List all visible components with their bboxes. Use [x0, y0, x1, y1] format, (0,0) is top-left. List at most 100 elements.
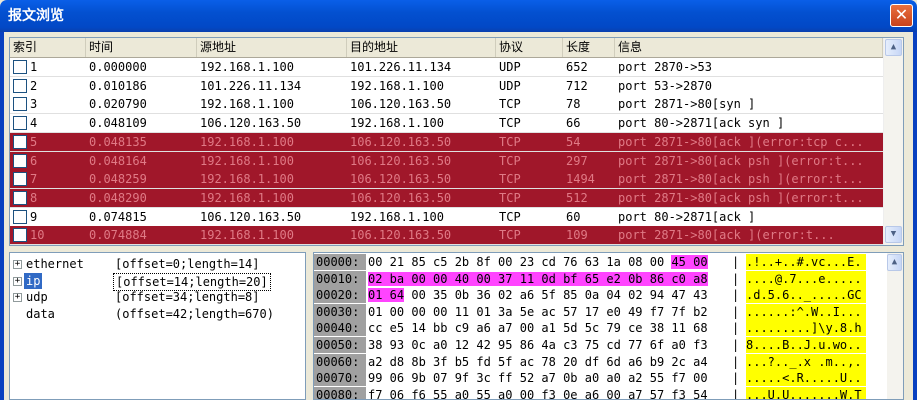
cell-length: 712	[566, 78, 588, 93]
hex-separator: |	[732, 321, 740, 336]
cell-source: 192.168.1.100	[200, 228, 294, 243]
table-row[interactable]: 4 0.048109 106.120.163.50 192.168.1.100 TCP 6…	[10, 114, 883, 134]
row-checkbox[interactable]	[13, 228, 27, 243]
cell-info: port 2871->80[ack ](error:tcp c...	[618, 134, 864, 149]
row-checkbox[interactable]	[13, 153, 27, 168]
hex-offset: 00010:	[314, 270, 366, 287]
table-row[interactable]: 8 0.048290 192.168.1.100 106.120.163.50 TCP 5…	[10, 188, 883, 208]
hex-bytes-plain: cc e5 14 bb c9 a6 a7 00 a1 5d 5c 79 ce 3…	[368, 321, 708, 336]
column-header-index[interactable]: 索引	[10, 38, 86, 57]
hex-scroll-up-icon[interactable]: ▲	[887, 254, 902, 271]
row-checkbox[interactable]	[13, 190, 27, 205]
expand-icon[interactable]: +	[13, 293, 22, 302]
hex-bytes-plain: 00 21 85 c5 2b 8f 00 23 cd 76 63 1a 08 0…	[368, 255, 672, 269]
column-header-time[interactable]: 时间	[86, 38, 197, 57]
cell-index: 3	[10, 95, 86, 113]
hex-separator: |	[732, 271, 740, 286]
hex-bytes: 00 21 85 c5 2b 8f 00 23 cd 76 63 1a 08 0…	[368, 254, 708, 270]
table-row[interactable]: 7 0.048259 192.168.1.100 106.120.163.50 TCP 1…	[10, 170, 883, 190]
column-header-source[interactable]: 源地址	[197, 38, 347, 57]
hex-separator: |	[732, 354, 740, 369]
cell-protocol: TCP	[499, 116, 521, 131]
cell-destination: 192.168.1.100	[350, 116, 444, 131]
hex-bytes-selected: 01 64	[368, 288, 405, 303]
scroll-up-icon[interactable]: ▲	[885, 39, 902, 56]
table-row[interactable]: 3 0.020790 192.168.1.100 106.120.163.50 TCP 7…	[10, 95, 883, 115]
tree-node-udp[interactable]: + udp [offset=34;length=8]	[10, 289, 305, 305]
scroll-down-icon[interactable]: ▼	[885, 226, 902, 243]
row-index: 7	[30, 172, 38, 187]
hex-ascii: ...?.._.x .m..,.	[746, 353, 866, 370]
cell-info: port 2871->80[ack ](error:t...	[618, 228, 835, 243]
cell-source: 192.168.1.100	[200, 134, 294, 149]
cell-time: 0.048109	[89, 116, 147, 131]
cell-info: port 2871->80[ack psh ](error:t...	[618, 190, 864, 205]
row-checkbox[interactable]	[13, 78, 27, 93]
hex-bytes: 02 ba 00 00 40 00 37 11 0d bf 65 e2 0b 8…	[368, 271, 708, 287]
tree-node-ethernet[interactable]: + ethernet [offset=0;length=14]	[10, 256, 305, 272]
cell-index: 9	[10, 208, 86, 226]
row-checkbox[interactable]	[13, 116, 27, 131]
table-row[interactable]: 9 0.074815 106.120.163.50 192.168.1.100 TCP 6…	[10, 207, 883, 227]
cell-info: port 53->2870	[618, 78, 712, 93]
cell-length: 60	[566, 209, 581, 224]
hex-ascii: ...U.U.......W.T	[746, 386, 866, 399]
tree-node-range: (offset=42;length=670)	[115, 306, 274, 321]
hex-row: 00070: 99 06 9b 07 9f 3c ff 52 a7 0b a0 a…	[314, 370, 889, 387]
cell-length: 78	[566, 97, 581, 112]
cell-destination: 192.168.1.100	[350, 209, 444, 224]
column-header-info[interactable]: 信息	[615, 38, 883, 57]
hex-offset: 00040:	[314, 320, 366, 337]
close-button[interactable]: ✕	[890, 4, 913, 27]
row-checkbox[interactable]	[13, 97, 27, 112]
cell-index: 10	[10, 226, 86, 244]
row-checkbox[interactable]	[13, 134, 27, 149]
table-scrollbar[interactable]: ▲ ▼	[883, 38, 903, 245]
row-index: 9	[30, 209, 38, 224]
hex-scrollbar[interactable]: ▲	[887, 253, 903, 399]
expand-icon[interactable]: +	[13, 260, 22, 269]
close-icon: ✕	[894, 5, 909, 24]
cell-time: 0.048290	[89, 190, 147, 205]
hex-bytes-selected: 02 ba 00 00 40 00 37 11 0d bf 65 e2 0b 8…	[368, 271, 708, 286]
hex-offset: 00050:	[314, 337, 366, 353]
cell-protocol: TCP	[499, 134, 521, 149]
cell-time: 0.048259	[89, 172, 147, 187]
cell-length: 54	[566, 134, 581, 149]
cell-time: 0.048135	[89, 134, 147, 149]
hex-offset: 00000:	[314, 254, 366, 270]
column-header-length[interactable]: 长度	[563, 38, 615, 57]
cell-length: 652	[566, 60, 588, 74]
table-row[interactable]: 6 0.048164 192.168.1.100 106.120.163.50 TCP 2…	[10, 151, 883, 171]
cell-info: port 80->2871[ack syn ]	[618, 116, 785, 131]
row-checkbox[interactable]	[13, 172, 27, 187]
hex-bytes: 99 06 9b 07 9f 3c ff 52 a7 0b a0 a0 a2 5…	[368, 370, 708, 386]
table-row[interactable]: 2 0.010186 101.226.11.134 192.168.1.100 UDP 7…	[10, 76, 883, 96]
cell-info: port 2871->80[syn ]	[618, 97, 756, 112]
cell-destination: 192.168.1.100	[350, 78, 444, 93]
table-row[interactable]: 5 0.048135 192.168.1.100 106.120.163.50 TCP 5…	[10, 132, 883, 152]
hex-bytes-plain: a2 d8 8b 3f b5 fd 5f ac 78 20 df 6d a6 b…	[368, 354, 708, 369]
hex-bytes-plain: 01 00 00 00 11 01 3a 5e ac 57 17 e0 49 f…	[368, 304, 708, 319]
window-title: 报文浏览	[8, 8, 64, 24]
row-index: 1	[30, 60, 38, 74]
hex-bytes-plain: 99 06 9b 07 9f 3c ff 52 a7 0b a0 a0 a2 5…	[368, 371, 708, 386]
cell-info: port 80->2871[ack ]	[618, 209, 756, 224]
cell-destination: 106.120.163.50	[350, 228, 452, 243]
hex-row: 00080: f7 06 f6 55 a0 55 a0 00 f3 0e a6 0…	[314, 386, 889, 399]
row-checkbox[interactable]	[13, 60, 27, 74]
table-row[interactable]: 1 0.000000 192.168.1.100 101.226.11.134 UDP 6…	[10, 58, 883, 77]
hex-bytes: 01 64 00 35 0b 36 02 a6 5f 85 0a 04 02 9…	[368, 287, 708, 303]
hex-bytes-rest: 00 35 0b 36 02 a6 5f 85 0a 04 02 94 47 4…	[404, 288, 708, 303]
hex-separator: |	[732, 288, 740, 303]
tree-node-ip[interactable]: + ip [offset=14;length=20]	[10, 272, 305, 291]
cell-protocol: TCP	[499, 153, 521, 168]
expand-icon[interactable]: +	[13, 276, 22, 286]
hex-offset: 00060:	[314, 353, 366, 370]
tree-node-data[interactable]: data (offset=42;length=670)	[10, 306, 305, 322]
cell-destination: 106.120.163.50	[350, 153, 452, 168]
row-checkbox[interactable]	[13, 209, 27, 224]
table-row[interactable]: 10 0.074884 192.168.1.100 106.120.163.50 TCP…	[10, 226, 883, 245]
column-header-protocol[interactable]: 协议	[496, 38, 563, 57]
column-header-destination[interactable]: 目的地址	[347, 38, 496, 57]
